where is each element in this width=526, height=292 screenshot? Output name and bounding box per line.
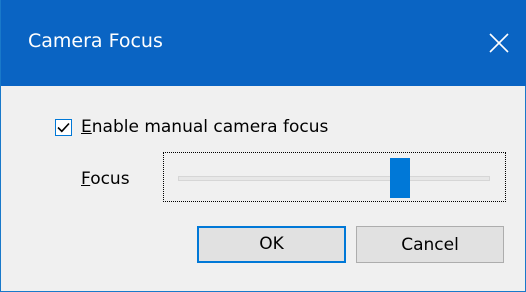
mnemonic-char: F bbox=[81, 169, 91, 189]
label-rest: ocus bbox=[90, 169, 130, 189]
slider-thumb[interactable] bbox=[389, 158, 410, 198]
dialog-title: Camera Focus bbox=[28, 30, 163, 52]
focus-slider[interactable] bbox=[163, 152, 506, 202]
label-rest: nable manual camera focus bbox=[91, 117, 329, 137]
ok-button-label: OK bbox=[259, 234, 284, 254]
cancel-button-label: Cancel bbox=[401, 234, 459, 255]
cancel-button[interactable]: Cancel bbox=[356, 226, 504, 263]
enable-manual-focus-label[interactable]: Enable manual camera focus bbox=[81, 116, 328, 138]
focus-label: Focus bbox=[81, 168, 130, 190]
checkmark-icon bbox=[57, 122, 70, 132]
slider-track[interactable] bbox=[178, 176, 490, 181]
mnemonic-char: E bbox=[81, 117, 92, 137]
close-icon bbox=[489, 33, 509, 53]
ok-button[interactable]: OK bbox=[197, 226, 346, 263]
close-button[interactable] bbox=[471, 0, 526, 86]
enable-manual-focus-checkbox[interactable] bbox=[55, 118, 72, 136]
enable-manual-focus-row[interactable]: Enable manual camera focus bbox=[55, 116, 328, 138]
title-bar: Camera Focus bbox=[1, 0, 526, 86]
camera-focus-dialog: Camera Focus Enable manual camera focus … bbox=[0, 0, 526, 292]
